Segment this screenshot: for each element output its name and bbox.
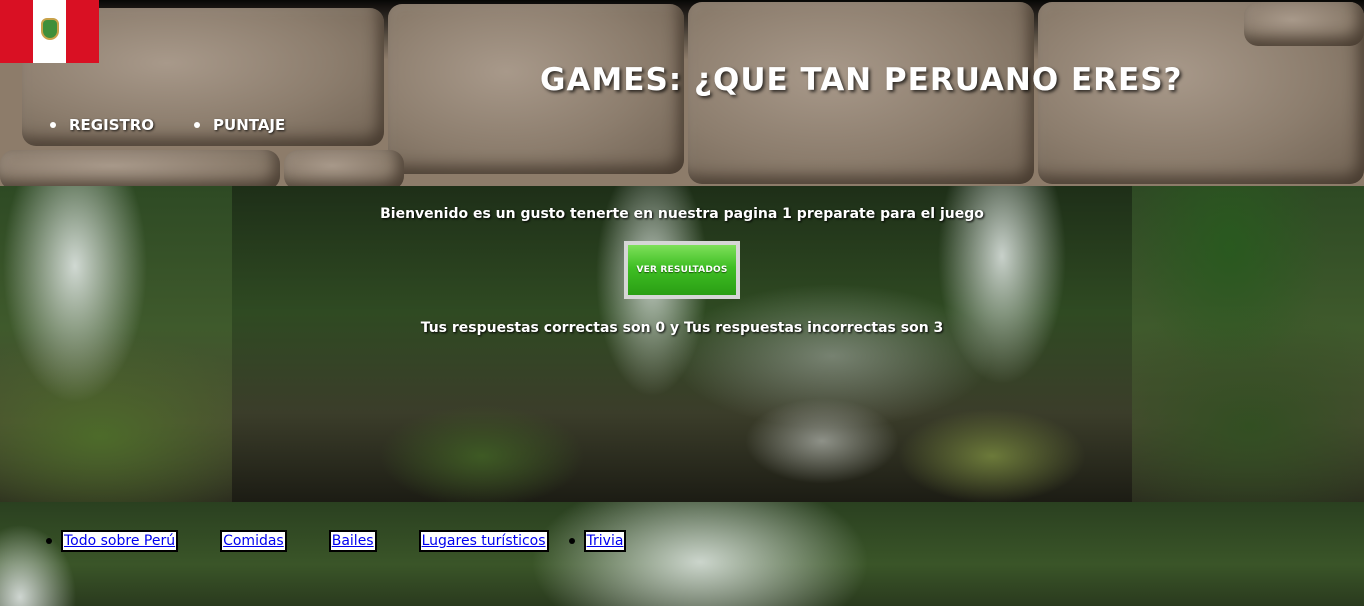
welcome-message: Bienvenido es un gusto tenerte en nuestr… <box>380 206 984 222</box>
bullet-icon <box>194 122 201 128</box>
link-bailes[interactable]: Bailes <box>328 530 377 552</box>
bullet-icon <box>46 538 52 544</box>
stone-block <box>284 150 404 186</box>
link-todo-sobre-peru[interactable]: Todo sobre Perú <box>61 530 179 552</box>
stone-block <box>1244 2 1364 46</box>
link-trivia[interactable]: Trivia <box>583 530 627 552</box>
footer-nav-band: Todo sobre Perú Comidas Bailes Lugares t… <box>0 502 1364 606</box>
page-title: GAMES: ¿QUE TAN PERUANO ERES? <box>540 62 1183 98</box>
coat-of-arms-icon <box>41 18 59 40</box>
nav-item-registro[interactable]: REGISTRO <box>50 116 154 134</box>
bottom-nav: Todo sobre Perú Comidas Bailes Lugares t… <box>46 530 627 552</box>
results-button-label: VER RESULTADOS <box>628 245 736 295</box>
flag-red-stripe <box>66 0 99 63</box>
ver-resultados-button[interactable]: VER RESULTADOS <box>624 241 740 299</box>
stone-block <box>0 150 280 186</box>
flag-white-stripe <box>33 0 66 63</box>
top-nav: REGISTRO PUNTAJE <box>50 116 285 134</box>
link-comidas[interactable]: Comidas <box>220 530 287 552</box>
main-content-panel: Bienvenido es un gusto tenerte en nuestr… <box>232 186 1132 502</box>
score-summary: Tus respuestas correctas son 0 y Tus res… <box>420 320 944 336</box>
bullet-icon <box>50 122 56 128</box>
waterfall-background: Bienvenido es un gusto tenerte en nuestr… <box>0 186 1364 502</box>
peru-flag-icon <box>0 0 99 63</box>
bullet-icon <box>568 538 575 544</box>
link-lugares-turisticos[interactable]: Lugares turísticos <box>418 530 549 552</box>
flag-red-stripe <box>0 0 33 63</box>
nav-item-puntaje[interactable]: PUNTAJE <box>194 116 285 134</box>
nav-item-label: REGISTRO <box>69 116 155 134</box>
nav-item-label: PUNTAJE <box>213 116 286 134</box>
header-banner: GAMES: ¿QUE TAN PERUANO ERES? REGISTRO P… <box>0 0 1364 186</box>
